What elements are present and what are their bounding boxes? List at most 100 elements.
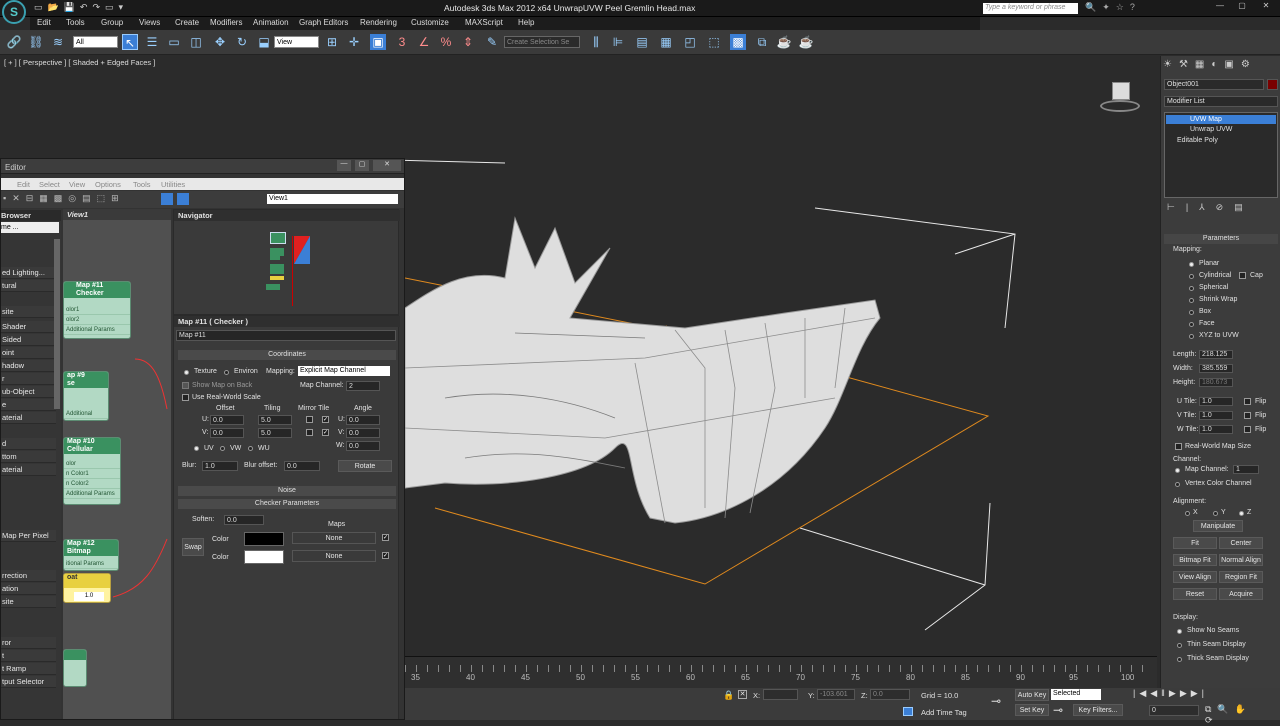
color1-map-checkbox[interactable]: ✓ (382, 534, 389, 541)
menu-tools[interactable]: Tools (66, 18, 85, 27)
time-slider[interactable]: 35 40 45 50 55 60 65 70 75 80 85 90 95 1… (405, 656, 1157, 688)
lock-icon[interactable]: 🔒 (723, 690, 734, 701)
menu-maxscript[interactable]: MAXScript (465, 18, 503, 27)
angle-snap-icon[interactable]: ∠ (416, 34, 432, 50)
menu-animation[interactable]: Animation (253, 18, 289, 27)
named-selection-dropdown[interactable]: Create Selection Se (504, 36, 580, 48)
browser-item[interactable]: Sided (1, 334, 56, 346)
slate-menu-edit[interactable]: Edit (17, 180, 30, 189)
browser-item[interactable]: aterial (1, 412, 56, 424)
node-socket[interactable]: olor2 (64, 316, 130, 325)
mapping-cylindrical[interactable]: Cylindrical (1199, 272, 1231, 279)
set-key-button[interactable]: Set Key (1015, 704, 1049, 716)
keyboard-shortcut-icon[interactable]: ▣ (370, 34, 386, 50)
rendered-frame-icon[interactable]: ☕ (776, 34, 792, 50)
browser-item[interactable]: e (1, 399, 56, 411)
browser-item[interactable]: aterial (1, 464, 56, 476)
menu-edit[interactable]: Edit (37, 18, 51, 27)
v-tile-checkbox[interactable]: ✓ (322, 429, 329, 436)
browser-item[interactable]: ttom (1, 451, 56, 463)
graphite-icon[interactable]: ▦ (658, 34, 674, 50)
auto-key-button[interactable]: Auto Key (1015, 689, 1049, 701)
browser-search[interactable]: me ... (1, 222, 59, 233)
radio-axis-z[interactable] (1239, 511, 1244, 516)
slate-pan-icon[interactable] (177, 193, 189, 205)
menu-modifiers[interactable]: Modifiers (210, 18, 242, 27)
radio-uv[interactable] (194, 446, 199, 451)
menu-rendering[interactable]: Rendering (360, 18, 397, 27)
perspective-viewport[interactable] (405, 68, 1157, 656)
reset-button[interactable]: Reset (1173, 588, 1217, 600)
slate-menu-select[interactable]: Select (39, 180, 60, 189)
spinner-snap-icon[interactable]: ⇕ (460, 34, 476, 50)
selection-filter-dropdown[interactable]: All (73, 36, 118, 48)
v-angle-field[interactable]: 0.0 (346, 428, 380, 438)
cellular-node[interactable]: Map #10 Cellular olor n Color1 n Color2 … (63, 437, 121, 505)
u-tiling-field[interactable]: 5.0 (258, 415, 292, 425)
slate-view-dropdown[interactable]: View1 (267, 194, 398, 204)
browser-item[interactable]: d (1, 438, 56, 450)
vtile-spinner[interactable]: 1.0 (1199, 411, 1233, 420)
slate-menu-tools[interactable]: Tools (133, 180, 151, 189)
menu-help[interactable]: Help (518, 18, 534, 27)
cap-checkbox[interactable] (1239, 272, 1246, 279)
map9-node[interactable]: ap #9 se Additional Params (63, 371, 109, 421)
browser-item[interactable]: ub-Object (1, 386, 56, 398)
schematic-view-icon[interactable]: ⬚ (706, 34, 722, 50)
fit-button[interactable]: Fit (1173, 537, 1217, 549)
coordinates-rollout[interactable]: Coordinates (178, 350, 396, 360)
curve-editor-icon[interactable]: ◰ (682, 34, 698, 50)
view-canvas[interactable]: View1 Map #11 Checker olor1 olor2 Additi… (63, 209, 171, 719)
add-time-tag-icon[interactable] (903, 707, 913, 716)
y-coordinate-field[interactable]: -103.601 (817, 689, 855, 700)
bitmap-fit-button[interactable]: Bitmap Fit (1173, 554, 1217, 566)
thin-seam-label[interactable]: Thin Seam Display (1187, 641, 1246, 648)
browser-item[interactable]: t Ramp (1, 663, 56, 675)
acquire-button[interactable]: Acquire (1219, 588, 1263, 600)
radio-vertex-color-channel[interactable] (1175, 482, 1180, 487)
viewport-scene[interactable] (405, 68, 1157, 656)
u-tile-checkbox[interactable]: ✓ (322, 416, 329, 423)
v-mirror-checkbox[interactable] (306, 429, 313, 436)
select-object-icon[interactable]: ↖ (122, 34, 138, 50)
browser-item[interactable]: ed Lighting... (1, 267, 56, 279)
key-big-icon[interactable]: ⊸ (1053, 703, 1063, 717)
percent-snap-icon[interactable]: % (438, 34, 454, 50)
panel-tabs[interactable]: ☀⚒▦◐▣⚙ (1163, 59, 1279, 73)
rotate-icon[interactable]: ↻ (234, 34, 250, 50)
node-socket[interactable]: n Color1 (64, 470, 120, 479)
bitmap-node[interactable]: Map #12 Bitmap itional Params (63, 539, 119, 571)
node-socket[interactable]: n Color2 (64, 480, 120, 489)
node-socket[interactable]: Additional Params (64, 410, 108, 419)
search-input[interactable]: Type a keyword or phrase (983, 3, 1078, 14)
flip-w-checkbox[interactable] (1244, 426, 1251, 433)
slate-menu-view[interactable]: View (69, 180, 85, 189)
browser-item[interactable]: rrection (1, 570, 56, 582)
normal-align-button[interactable]: Normal Align (1219, 554, 1263, 566)
scale-icon[interactable]: ⬓ (256, 34, 272, 50)
slate-maximize-button[interactable]: ▢ (355, 160, 369, 171)
maximize-button[interactable]: ▢ (1232, 1, 1252, 14)
radio-shrink-wrap[interactable] (1189, 298, 1194, 303)
environ-label[interactable]: Environ (234, 368, 258, 375)
viewport-label[interactable]: [ + ] [ Perspective ] [ Shaded + Edged F… (4, 58, 155, 67)
viewcube-icon[interactable] (1100, 80, 1140, 114)
flip-u-checkbox[interactable] (1244, 398, 1251, 405)
length-spinner[interactable]: 218.125 (1199, 350, 1233, 359)
width-spinner[interactable]: 385.559 (1199, 364, 1233, 373)
browser-scrollbar[interactable] (54, 239, 60, 409)
render-setup-icon[interactable]: ⧉ (754, 34, 770, 50)
mapping-planar[interactable]: Planar (1199, 260, 1219, 267)
select-by-name-icon[interactable]: ☰ (144, 34, 160, 50)
center-button[interactable]: Center (1219, 537, 1263, 549)
radio-environ[interactable] (224, 370, 229, 375)
object-color-swatch[interactable] (1267, 79, 1278, 90)
vertex-color-channel-label[interactable]: Vertex Color Channel (1185, 480, 1252, 487)
browser-item[interactable]: Map Per Pixel (1, 530, 56, 542)
radio-thin-seam[interactable] (1177, 643, 1182, 648)
swap-button[interactable]: Swap (182, 538, 204, 556)
radio-xyz-to-uvw[interactable] (1189, 334, 1194, 339)
material-editor-icon[interactable]: ▩ (730, 34, 746, 50)
map-channel-field[interactable]: 2 (346, 381, 380, 391)
browser-item[interactable]: site (1, 306, 56, 318)
